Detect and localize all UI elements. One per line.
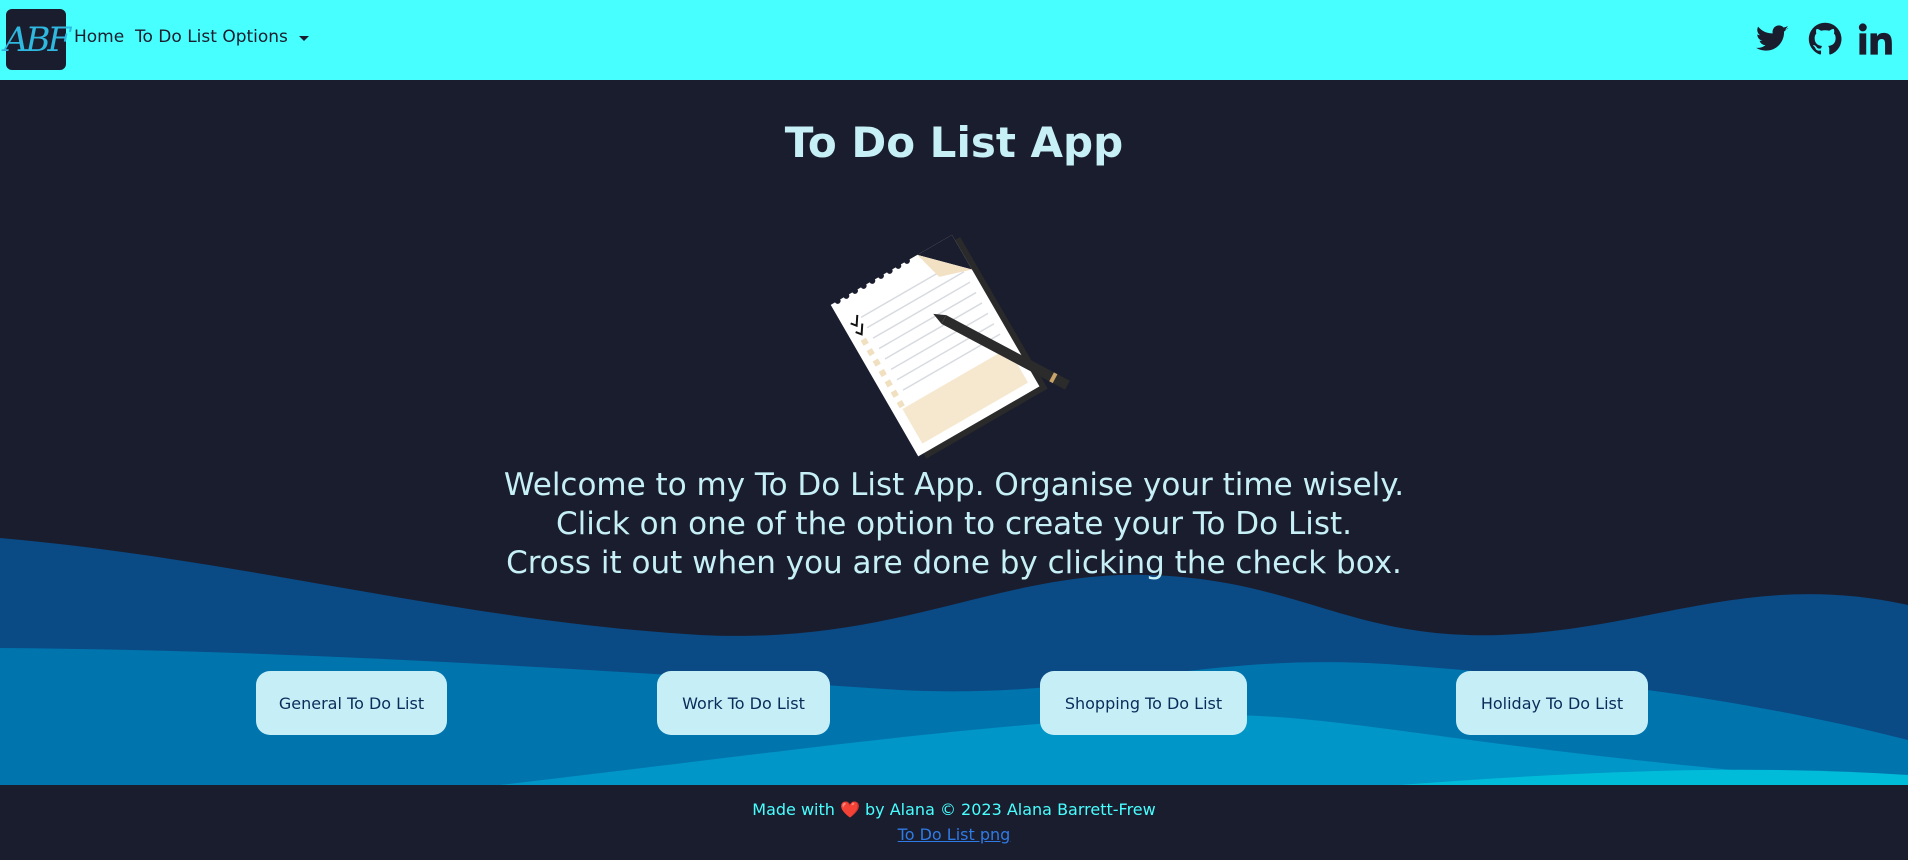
welcome-line-2: Click on one of the option to create you… <box>555 506 1353 542</box>
notepad-illustration <box>830 234 1070 459</box>
welcome-message: Welcome to my To Do List App. Organise y… <box>0 466 1908 583</box>
nav-home-link[interactable]: Home <box>74 27 124 47</box>
logo-text: ABF <box>3 19 71 60</box>
work-list-button[interactable]: Work To Do List <box>657 671 830 735</box>
heart-icon: ❤️ <box>840 800 860 819</box>
linkedin-icon[interactable] <box>1858 22 1892 56</box>
page-title: To Do List App <box>784 118 1124 167</box>
github-icon[interactable] <box>1808 22 1842 56</box>
shopping-list-button[interactable]: Shopping To Do List <box>1040 671 1247 735</box>
image-credit-link[interactable]: To Do List png <box>0 825 1908 844</box>
welcome-line-3: Cross it out when you are done by clicki… <box>506 545 1402 581</box>
brand-logo[interactable]: ABF <box>3 9 71 70</box>
holiday-list-button[interactable]: Holiday To Do List <box>1456 671 1648 735</box>
nav-options-dropdown[interactable]: To Do List Options <box>135 27 288 47</box>
twitter-icon[interactable] <box>1756 22 1790 56</box>
navbar: ABF Home To Do List Options <box>0 0 1908 80</box>
footer: Made with ❤️ by Alana © 2023 Alana Barre… <box>0 785 1908 860</box>
made-suffix: by Alana © 2023 Alana Barrett-Frew <box>865 800 1156 819</box>
footer-credit: Made with ❤️ by Alana © 2023 Alana Barre… <box>0 800 1908 819</box>
welcome-line-1: Welcome to my To Do List App. Organise y… <box>503 467 1405 503</box>
made-prefix: Made with <box>752 800 835 819</box>
chevron-down-icon[interactable] <box>299 36 309 41</box>
general-list-button[interactable]: General To Do List <box>256 671 447 735</box>
